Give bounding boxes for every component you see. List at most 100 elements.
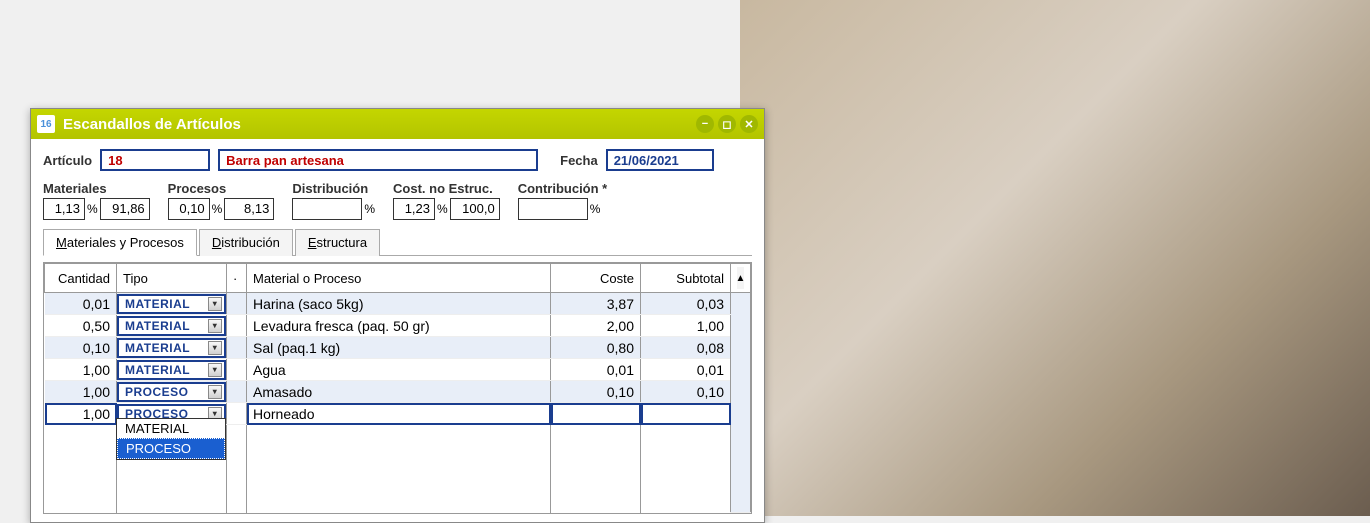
cell-coste[interactable] (551, 403, 641, 425)
cell-coste[interactable]: 0,01 (551, 359, 641, 381)
cell-material[interactable]: Agua (247, 359, 551, 381)
articulo-name-field[interactable]: Barra pan artesana (218, 149, 538, 171)
cell-qty[interactable]: 0,01 (45, 293, 117, 315)
col-cantidad[interactable]: Cantidad (45, 264, 117, 293)
minimize-button[interactable]: − (696, 115, 714, 133)
tab-materiales-procesos[interactable]: MMateriales y Procesosateriales y Proces… (43, 229, 197, 256)
materiales-value-field[interactable]: 1,13 (43, 198, 85, 220)
background-photo (740, 0, 1370, 516)
maximize-button[interactable]: ◻ (718, 115, 736, 133)
cell-tipo[interactable]: MATERIAL ▾ (117, 293, 227, 315)
tipo-value: MATERIAL (125, 297, 190, 311)
cell-subtotal[interactable]: 0,03 (641, 293, 731, 315)
cost-no-estruc-label: Cost. no Estruc. (393, 181, 500, 196)
chevron-down-icon[interactable]: ▾ (208, 297, 222, 311)
cell-coste[interactable]: 0,80 (551, 337, 641, 359)
cell-lookup[interactable] (227, 293, 247, 315)
window-title: Escandallos de Artículos (63, 116, 696, 133)
cell-qty[interactable]: 1,00 (45, 359, 117, 381)
chevron-down-icon[interactable]: ▾ (208, 385, 222, 399)
percent-symbol: % (87, 202, 98, 216)
tipo-dropdown[interactable]: MATERIAL ▾ (117, 338, 226, 358)
cell-material[interactable]: Levadura fresca (paq. 50 gr) (247, 315, 551, 337)
tipo-dropdown[interactable]: PROCESO ▾ (117, 382, 226, 402)
cell-tipo[interactable]: MATERIAL ▾ (117, 359, 227, 381)
dropdown-option-material[interactable]: MATERIAL (117, 419, 225, 438)
chevron-down-icon[interactable]: ▾ (208, 341, 222, 355)
cell-coste[interactable]: 3,87 (551, 293, 641, 315)
escandallos-window: 16 Escandallos de Artículos − ◻ ✕ Artícu… (30, 108, 765, 523)
table-row[interactable]: 1,00 MATERIAL ▾ Agua 0,01 0,01 (45, 359, 751, 381)
cell-qty[interactable]: 1,00 (45, 381, 117, 403)
chevron-down-icon[interactable]: ▾ (208, 319, 222, 333)
cost-value-field[interactable]: 1,23 (393, 198, 435, 220)
cell-lookup[interactable] (227, 381, 247, 403)
tipo-dropdown-list[interactable]: MATERIAL PROCESO (116, 418, 226, 460)
cell-subtotal[interactable]: 1,00 (641, 315, 731, 337)
table-row[interactable]: 0,10 MATERIAL ▾ Sal (paq.1 kg) 0,80 0,08 (45, 337, 751, 359)
tipo-value: MATERIAL (125, 341, 190, 355)
articulo-label: Artículo (43, 153, 92, 168)
cell-subtotal[interactable]: 0,10 (641, 381, 731, 403)
cell-material[interactable]: Harina (saco 5kg) (247, 293, 551, 315)
grid: Cantidad Tipo · Material o Proceso Coste… (43, 262, 752, 514)
titlebar[interactable]: 16 Escandallos de Artículos − ◻ ✕ (31, 109, 764, 139)
tipo-dropdown[interactable]: MATERIAL ▾ (117, 316, 226, 336)
tipo-value: PROCESO (125, 385, 189, 399)
procesos-value-field[interactable]: 0,10 (168, 198, 210, 220)
col-tipo[interactable]: Tipo (117, 264, 227, 293)
tab-estructura[interactable]: Estructura (295, 229, 380, 256)
col-coste[interactable]: Coste (551, 264, 641, 293)
close-button[interactable]: ✕ (740, 115, 758, 133)
scrollbar-track[interactable] (731, 293, 751, 513)
tabs-bar: MMateriales y Procesosateriales y Proces… (43, 228, 752, 256)
col-material[interactable]: Material o Proceso (247, 264, 551, 293)
cell-subtotal[interactable] (641, 403, 731, 425)
percent-symbol: % (364, 202, 375, 216)
percent-symbol: % (590, 202, 601, 216)
contribucion-field[interactable] (518, 198, 588, 220)
dropdown-option-proceso[interactable]: PROCESO (117, 438, 225, 459)
tipo-value: MATERIAL (125, 363, 190, 377)
cell-lookup[interactable] (227, 337, 247, 359)
cell-tipo[interactable]: MATERIAL ▾ (117, 315, 227, 337)
cell-material[interactable]: Horneado (247, 403, 551, 425)
cell-material[interactable]: Amasado (247, 381, 551, 403)
procesos-label: Procesos (168, 181, 275, 196)
table-row[interactable]: 0,50 MATERIAL ▾ Levadura fresca (paq. 50… (45, 315, 751, 337)
tab-distribucion[interactable]: Distribución (199, 229, 293, 256)
cell-tipo[interactable]: MATERIAL ▾ (117, 337, 227, 359)
app-icon: 16 (37, 115, 55, 133)
materiales-pct-field[interactable]: 91,86 (100, 198, 150, 220)
col-subtotal[interactable]: Subtotal (641, 264, 731, 293)
cell-material[interactable]: Sal (paq.1 kg) (247, 337, 551, 359)
cost-pct-field[interactable]: 100,0 (450, 198, 500, 220)
chevron-down-icon[interactable]: ▾ (208, 363, 222, 377)
distribucion-field[interactable] (292, 198, 362, 220)
cell-qty[interactable]: 0,10 (45, 337, 117, 359)
percent-symbol: % (437, 202, 448, 216)
procesos-pct-field[interactable]: 8,13 (224, 198, 274, 220)
table-row[interactable]: 1,00 PROCESO ▾ Amasado 0,10 0,10 (45, 381, 751, 403)
scroll-up-button[interactable]: ▲ (731, 264, 751, 293)
cell-qty[interactable]: 0,50 (45, 315, 117, 337)
tipo-dropdown[interactable]: MATERIAL ▾ (117, 360, 226, 380)
cell-lookup[interactable] (227, 315, 247, 337)
materiales-label: Materiales (43, 181, 150, 196)
cell-coste[interactable]: 0,10 (551, 381, 641, 403)
distribucion-label: Distribución (292, 181, 375, 196)
cell-coste[interactable]: 2,00 (551, 315, 641, 337)
cell-qty[interactable]: 1,00 (45, 403, 117, 425)
cell-subtotal[interactable]: 0,08 (641, 337, 731, 359)
table-row[interactable]: 0,01 MATERIAL ▾ Harina (saco 5kg) 3,87 0… (45, 293, 751, 315)
cell-tipo[interactable]: PROCESO ▾ (117, 381, 227, 403)
cell-subtotal[interactable]: 0,01 (641, 359, 731, 381)
tipo-dropdown[interactable]: MATERIAL ▾ (117, 294, 226, 314)
fecha-label: Fecha (560, 153, 598, 168)
articulo-code-field[interactable]: 18 (100, 149, 210, 171)
contribucion-label: Contribución * (518, 181, 608, 196)
col-blank[interactable]: · (227, 264, 247, 293)
fecha-field[interactable]: 21/06/2021 (606, 149, 714, 171)
cell-lookup[interactable] (227, 403, 247, 425)
cell-lookup[interactable] (227, 359, 247, 381)
